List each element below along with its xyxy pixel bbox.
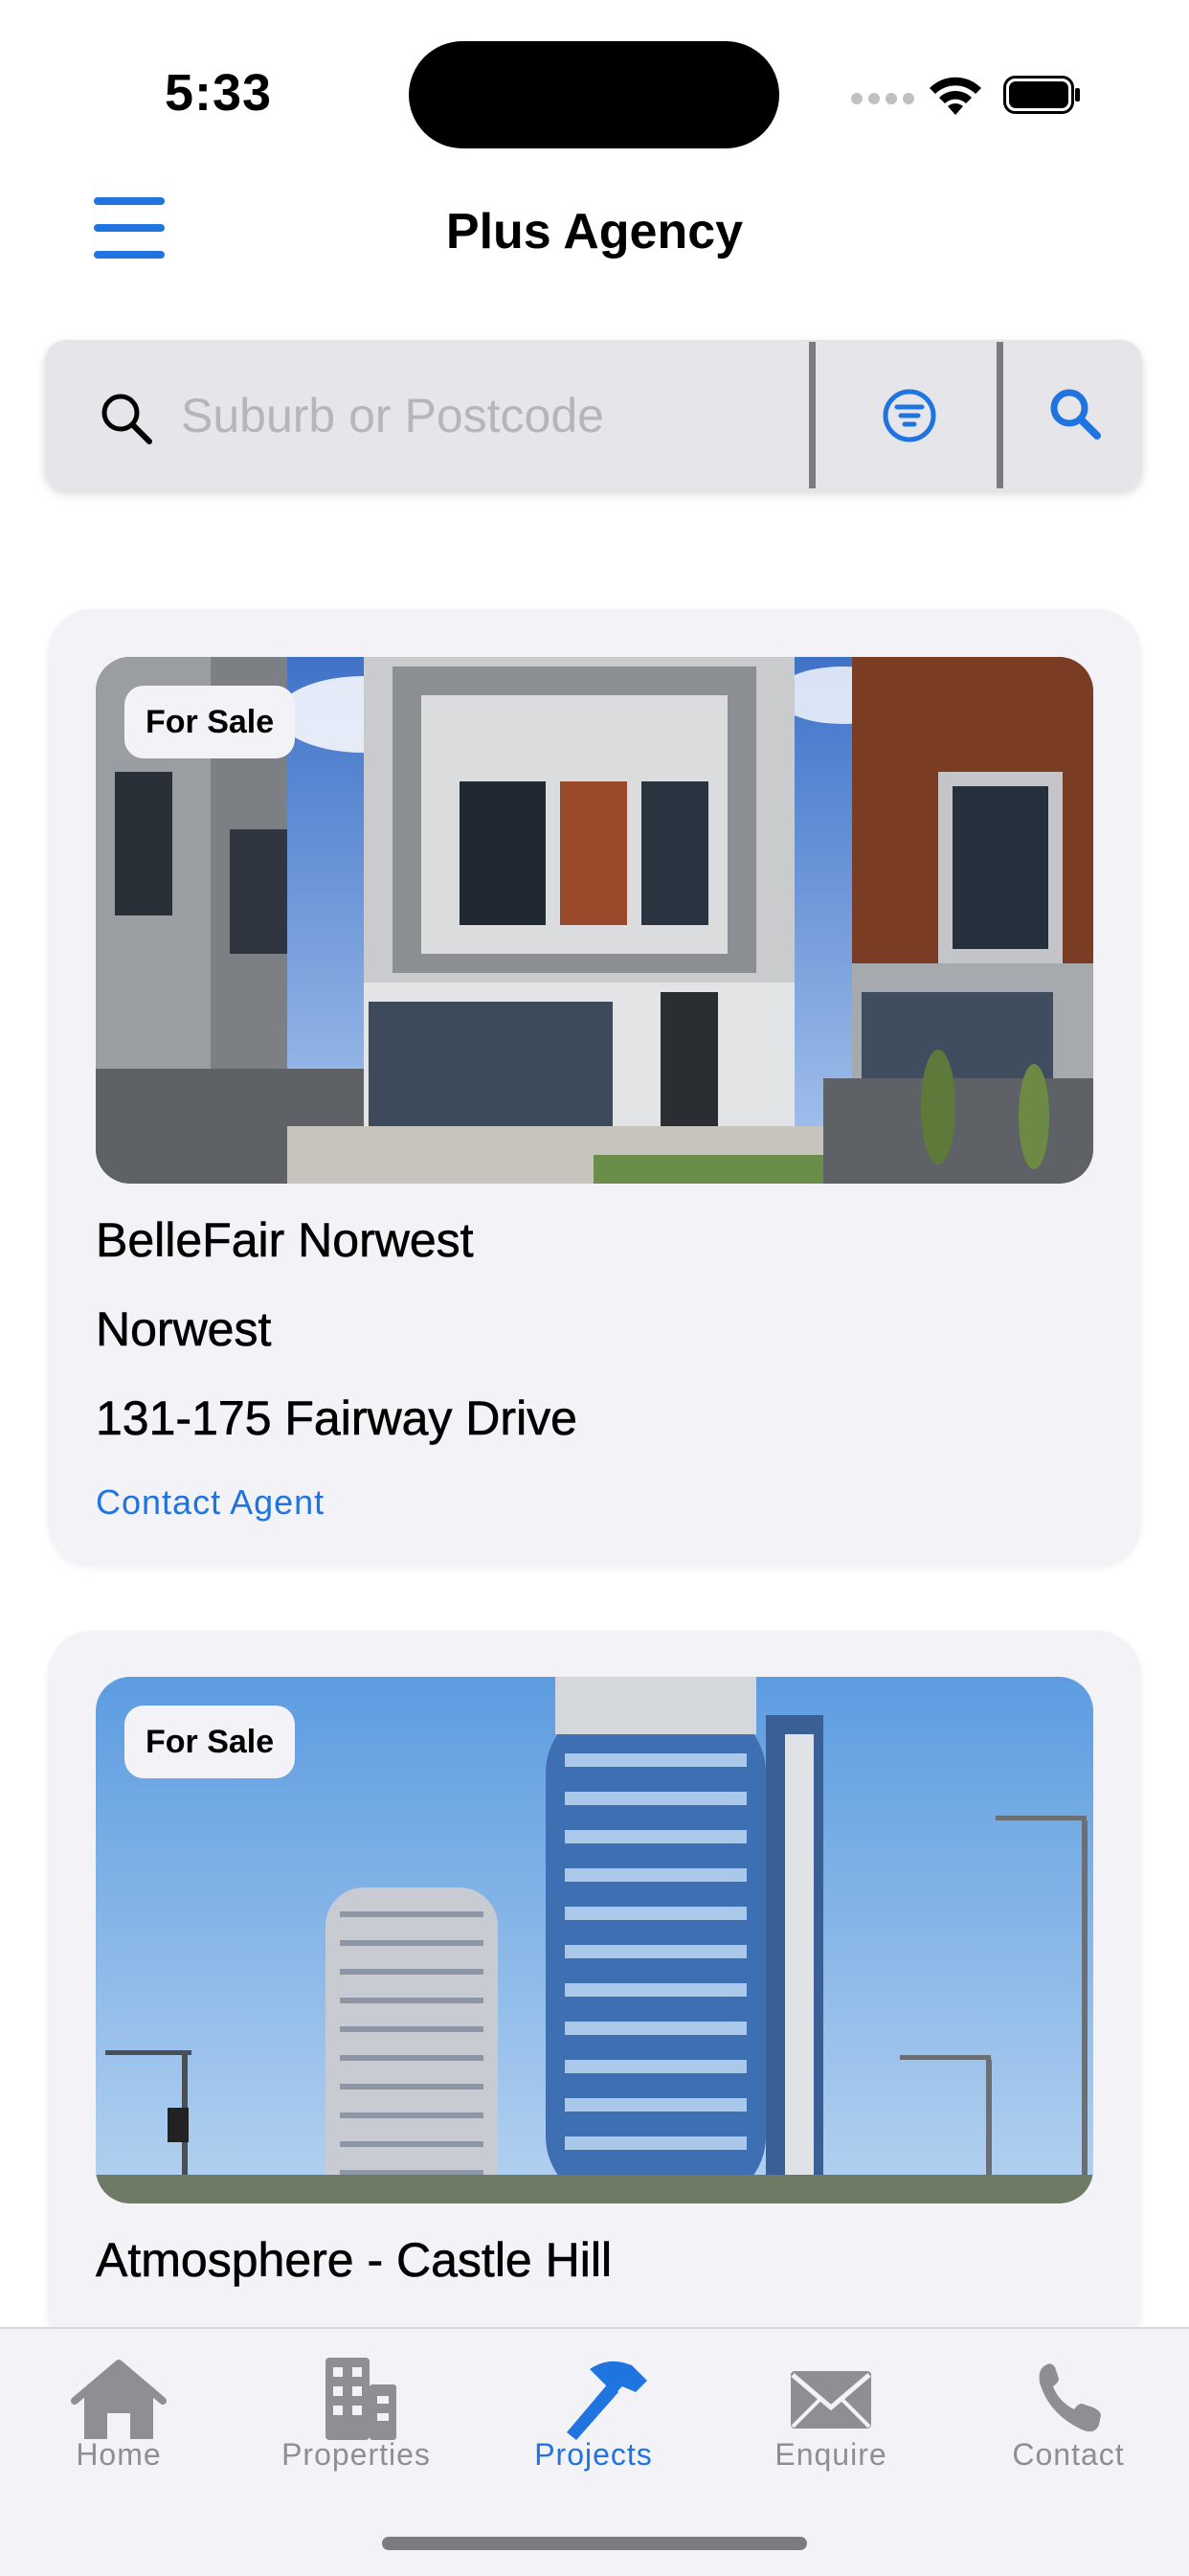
tab-label: Contact — [1012, 2437, 1125, 2472]
hammer-icon — [567, 2361, 647, 2440]
tab-label: Enquire — [774, 2437, 887, 2472]
wifi-icon — [930, 77, 981, 115]
tab-properties[interactable]: Properties — [237, 2329, 475, 2520]
tab-projects[interactable]: Projects — [475, 2329, 712, 2520]
tab-label: Projects — [534, 2437, 653, 2472]
project-image[interactable]: For Sale — [96, 657, 1093, 1184]
home-indicator[interactable] — [382, 2537, 807, 2550]
project-card[interactable]: For Sale BelleFair Norwest Norwest 131-1… — [48, 609, 1141, 1567]
search-divider — [809, 342, 816, 488]
envelope-icon — [791, 2371, 871, 2429]
search-field[interactable] — [45, 340, 811, 490]
phone-icon — [1039, 2363, 1101, 2432]
project-image[interactable]: For Sale — [96, 1677, 1093, 2203]
tab-contact[interactable]: Contact — [950, 2329, 1187, 2520]
app-header: Plus Agency — [0, 172, 1189, 287]
tab-enquire[interactable]: Enquire — [712, 2329, 950, 2520]
search-bar — [45, 340, 1142, 490]
search-icon — [1050, 389, 1101, 440]
status-badge: For Sale — [124, 686, 296, 758]
house-icon — [71, 2360, 167, 2439]
project-name: Atmosphere - Castle Hill — [96, 2233, 613, 2288]
tab-home[interactable]: Home — [0, 2329, 237, 2520]
project-name: BelleFair Norwest — [96, 1213, 474, 1268]
status-badge: For Sale — [124, 1706, 296, 1778]
status-bar: 5:33 — [0, 0, 1189, 163]
search-divider — [997, 342, 1003, 488]
search-input[interactable] — [179, 376, 796, 455]
status-time: 5:33 — [165, 64, 273, 122]
page-title: Plus Agency — [445, 204, 744, 260]
contact-agent-link[interactable]: Contact Agent — [96, 1482, 325, 1523]
building-icon — [325, 2358, 396, 2440]
search-icon — [101, 394, 152, 444]
filter-button[interactable] — [819, 340, 998, 490]
search-submit-button[interactable] — [1004, 340, 1142, 490]
tab-label: Home — [76, 2437, 162, 2472]
filter-icon — [883, 389, 936, 442]
project-address: 131-175 Fairway Drive — [96, 1391, 578, 1446]
project-card[interactable]: For Sale Atmosphere - Castle Hill — [48, 1631, 1141, 2359]
tab-label: Properties — [281, 2437, 431, 2472]
cellular-signal-icon — [851, 92, 920, 109]
project-suburb: Norwest — [96, 1302, 272, 1357]
dynamic-island — [409, 41, 779, 148]
battery-icon — [1003, 76, 1080, 114]
